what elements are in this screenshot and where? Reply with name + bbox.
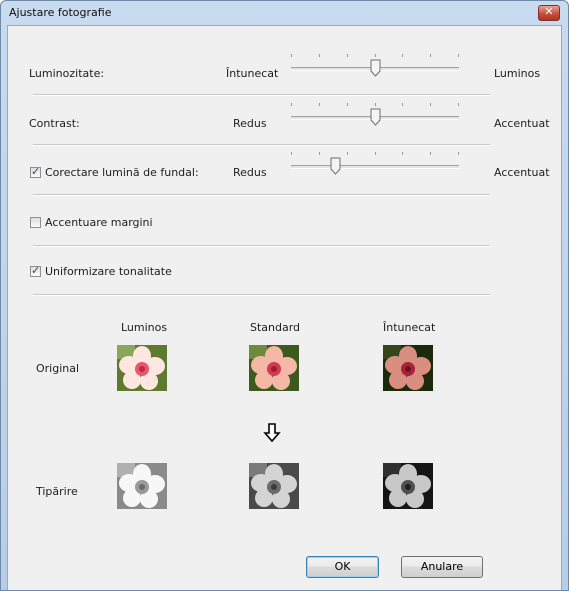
contrast-label: Contrast:	[29, 117, 80, 130]
arrow-down-icon	[263, 423, 281, 443]
slider-tick	[430, 152, 431, 155]
print-bright-thumbnail	[117, 463, 167, 509]
slider-tick	[430, 54, 431, 57]
original-dark-thumbnail	[383, 345, 433, 391]
slider-tick	[375, 54, 376, 57]
slider-tick	[430, 103, 431, 106]
contrast-slider[interactable]	[291, 103, 461, 129]
dialog-window: Ajustare fotografie ✕ Luminozitate: Întu…	[0, 0, 569, 591]
sharpen-checkbox[interactable]	[30, 217, 41, 228]
backlight-min-label: Redus	[233, 166, 267, 179]
window-title: Ajustare fotografie	[9, 6, 112, 19]
dialog-body: Luminozitate: Întunecat Luminos Contrast…	[7, 25, 562, 590]
contrast-max-label: Accentuat	[494, 117, 550, 130]
brightness-slider[interactable]	[291, 54, 461, 80]
slider-tick	[375, 103, 376, 106]
slider-thumb[interactable]	[370, 108, 381, 126]
preview-col-standard: Standard	[250, 321, 301, 334]
slider-tick	[402, 152, 403, 155]
backlight-slider[interactable]	[291, 152, 461, 178]
tone-label[interactable]: Uniformizare tonalitate	[45, 265, 172, 278]
slider-thumb[interactable]	[330, 157, 341, 175]
slider-thumb[interactable]	[370, 59, 381, 77]
divider	[33, 144, 490, 146]
slider-tick	[458, 152, 459, 155]
divider	[33, 245, 490, 247]
preview-row-print: Tipărire	[36, 485, 78, 498]
slider-tick	[291, 54, 292, 57]
slider-tick	[319, 103, 320, 106]
slider-tick	[347, 54, 348, 57]
brightness-label: Luminozitate:	[29, 67, 105, 80]
slider-tick	[347, 103, 348, 106]
brightness-max-label: Luminos	[494, 67, 541, 80]
ok-button[interactable]: OK	[306, 556, 379, 578]
cancel-button[interactable]: Anulare	[401, 556, 483, 578]
slider-tick	[319, 152, 320, 155]
close-icon: ✕	[544, 5, 554, 18]
slider-tick	[347, 152, 348, 155]
divider	[33, 294, 490, 296]
original-bright-thumbnail	[117, 345, 167, 391]
slider-tick	[291, 152, 292, 155]
slider-tick	[458, 54, 459, 57]
original-standard-thumbnail	[249, 345, 299, 391]
backlight-max-label: Accentuat	[494, 166, 550, 179]
slider-tick	[291, 103, 292, 106]
title-bar: Ajustare fotografie ✕	[1, 1, 568, 25]
tone-checkbox[interactable]	[30, 264, 41, 277]
divider	[33, 194, 490, 196]
print-standard-thumbnail	[249, 463, 299, 509]
backlight-checkbox[interactable]	[30, 165, 41, 178]
divider	[33, 94, 490, 96]
slider-tick	[375, 152, 376, 155]
preview-col-bright: Luminos	[121, 321, 168, 334]
sharpen-label[interactable]: Accentuare margini	[45, 216, 153, 229]
contrast-min-label: Redus	[233, 117, 267, 130]
slider-tick	[402, 54, 403, 57]
backlight-label[interactable]: Corectare lumină de fundal:	[45, 166, 199, 179]
preview-row-original: Original	[36, 362, 80, 375]
close-button[interactable]: ✕	[538, 5, 560, 21]
print-dark-thumbnail	[383, 463, 433, 509]
slider-tick	[402, 103, 403, 106]
brightness-min-label: Întunecat	[226, 67, 279, 80]
slider-tick	[458, 103, 459, 106]
preview-col-dark: Întunecat	[383, 321, 436, 334]
slider-tick	[319, 54, 320, 57]
slider-track	[291, 165, 459, 169]
